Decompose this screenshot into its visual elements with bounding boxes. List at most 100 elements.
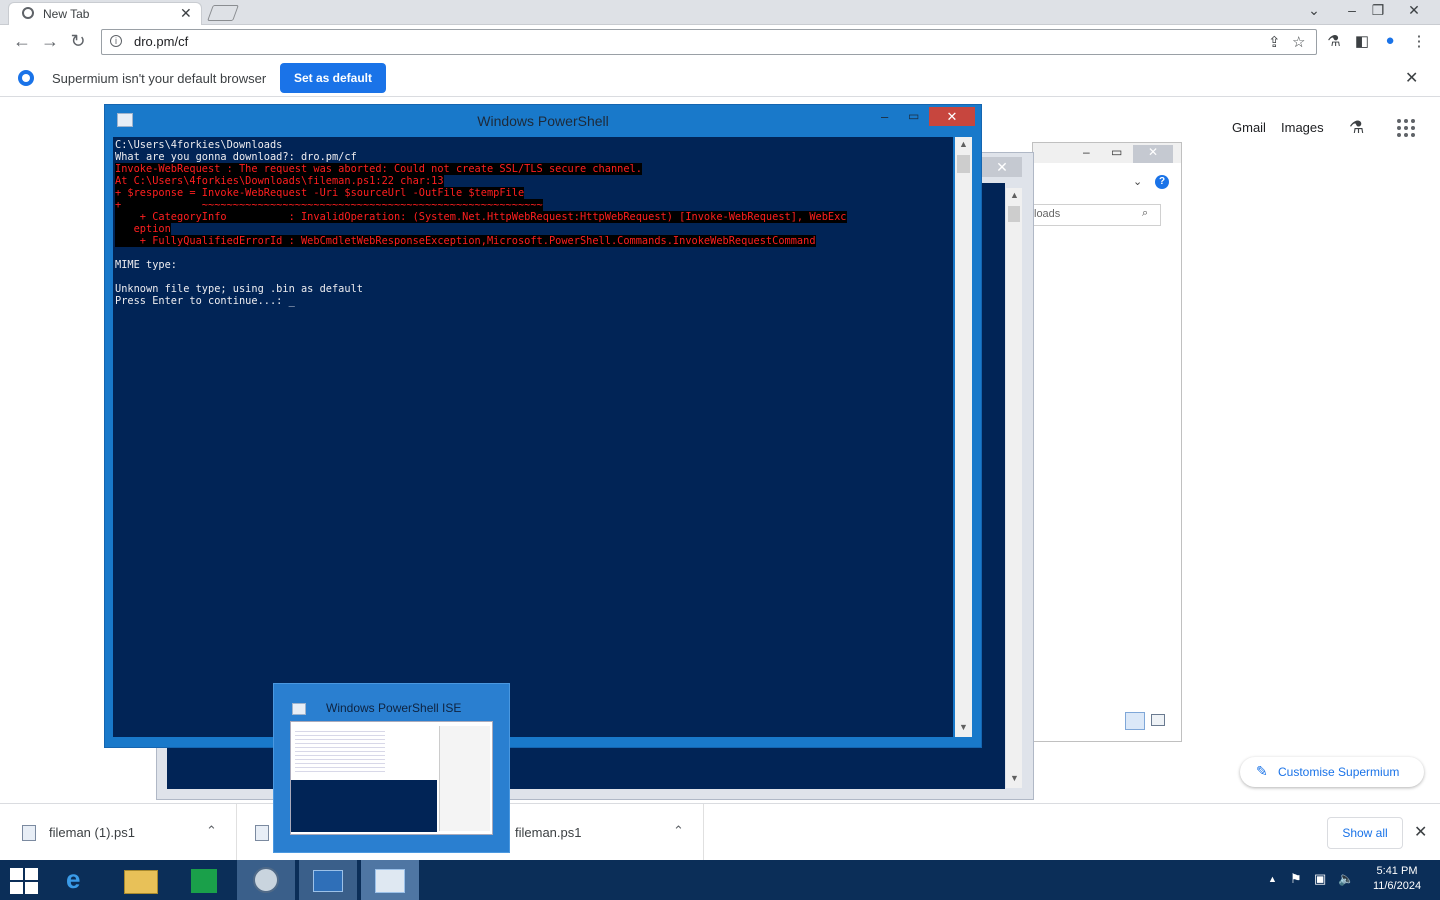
- console-line: MIME type:: [115, 259, 177, 271]
- powershell-ise-icon: [292, 703, 306, 715]
- clock[interactable]: 5:41 PM 11/6/2024: [1366, 865, 1428, 892]
- supermium-logo-icon: [18, 70, 34, 86]
- console-error-line: + CategoryInfo : InvalidOperation: (Syst…: [115, 211, 847, 223]
- explorer-close-icon[interactable]: ✕: [1133, 145, 1173, 163]
- supermium-taskbar-icon[interactable]: [237, 860, 295, 900]
- console-error-line: Invoke-WebRequest : The request was abor…: [115, 163, 642, 175]
- store-icon[interactable]: [175, 860, 233, 900]
- taskbar: e ▲ ⚑ ▣ 🔈 5:41 PM 11/6/2024: [0, 860, 1440, 900]
- console-scrollbar[interactable]: ▲ ▼: [955, 137, 972, 737]
- scroll-up-icon[interactable]: ▲: [1010, 190, 1019, 200]
- labs-flask-icon[interactable]: ⚗: [1349, 118, 1364, 138]
- console-line: What are you gonna download?: dro.pm/cf: [115, 151, 357, 163]
- large-icons-view-icon[interactable]: [1151, 714, 1165, 726]
- customise-label: Customise Supermium: [1278, 765, 1400, 779]
- customise-button[interactable]: ✎ Customise Supermium: [1240, 757, 1424, 787]
- close-infobar-icon[interactable]: ✕: [1405, 68, 1418, 88]
- kebab-menu-icon[interactable]: ⋮: [1408, 32, 1430, 50]
- share-icon[interactable]: ⇪: [1268, 33, 1281, 51]
- scroll-down-icon[interactable]: ▼: [959, 722, 968, 732]
- scroll-up-icon[interactable]: ▲: [959, 139, 968, 149]
- new-tab-button[interactable]: [207, 5, 239, 21]
- console-output[interactable]: C:\Users\4forkies\Downloads What are you…: [113, 137, 953, 737]
- minimize-icon[interactable]: –: [881, 109, 888, 124]
- tab-search-chevron-icon[interactable]: ⌄: [1300, 2, 1328, 19]
- file-icon: [22, 825, 36, 841]
- console-line: C:\Users\4forkies\Downloads: [115, 139, 283, 151]
- default-browser-infobar: Supermium isn't your default browser Set…: [0, 60, 1440, 97]
- scrollbar-thumb[interactable]: [957, 155, 970, 173]
- details-view-icon[interactable]: [1125, 712, 1145, 730]
- internet-explorer-icon[interactable]: e: [52, 860, 110, 900]
- close-downloads-bar-icon[interactable]: ✕: [1414, 822, 1427, 842]
- powershell-ise-taskbar-icon[interactable]: [361, 860, 419, 900]
- star-icon[interactable]: ☆: [1292, 33, 1305, 51]
- console-error-line: At C:\Users\4forkies\Downloads\fileman.p…: [115, 175, 444, 187]
- close-icon[interactable]: ✕: [929, 107, 975, 126]
- file-icon: [255, 825, 269, 841]
- thumbnail-commands-pane: [439, 726, 490, 831]
- address-text[interactable]: dro.pm/cf: [134, 34, 188, 49]
- arrow-left-icon[interactable]: ←: [12, 31, 32, 52]
- search-icon: ⌕: [1142, 207, 1149, 219]
- thumbnail-console: [291, 780, 437, 832]
- scrollbar-thumb[interactable]: [1008, 206, 1020, 222]
- preview-thumbnail[interactable]: [290, 721, 493, 835]
- tab-new-tab[interactable]: New Tab ✕: [8, 2, 202, 25]
- restore-window-icon[interactable]: ❐: [1364, 2, 1392, 19]
- console-error-line: eption: [115, 223, 171, 235]
- powershell-window[interactable]: Windows PowerShell – ▭ ✕ C:\Users\4forki…: [104, 104, 982, 748]
- file-explorer-icon[interactable]: [112, 860, 170, 900]
- close-window-icon[interactable]: ✕: [1400, 2, 1428, 19]
- explorer-window[interactable]: – ▭ ✕ ⌄ ? loads ⌕: [1032, 142, 1182, 742]
- address-bar[interactable]: i dro.pm/cf ⇪ ☆: [101, 29, 1317, 55]
- network-icon[interactable]: ▣: [1314, 871, 1326, 887]
- background-window-close-icon[interactable]: ✕: [982, 157, 1022, 177]
- new-tab-favicon-icon: [22, 7, 34, 19]
- console-line: Unknown file type; using .bin as default: [115, 283, 363, 295]
- minimize-window-icon[interactable]: –: [1338, 2, 1366, 18]
- thumbnail-editor: [295, 728, 385, 772]
- explorer-search-input[interactable]: loads ⌕: [1033, 204, 1161, 226]
- explorer-titlebar[interactable]: – ▭ ✕: [1033, 143, 1181, 163]
- console-text: C:\Users\4forkies\Downloads What are you…: [115, 139, 847, 307]
- reload-icon[interactable]: ↻: [68, 31, 88, 52]
- show-hidden-icons-icon[interactable]: ▲: [1268, 874, 1277, 884]
- taskbar-preview[interactable]: Windows PowerShell ISE: [273, 683, 510, 853]
- download-item[interactable]: fileman (1).ps1 ⌃: [0, 804, 237, 860]
- show-all-button[interactable]: Show all: [1327, 817, 1403, 849]
- console-error-line: + FullyQualifiedErrorId : WebCmdletWebRe…: [115, 235, 816, 247]
- images-link[interactable]: Images: [1281, 120, 1324, 135]
- preview-title: Windows PowerShell ISE: [326, 701, 462, 715]
- volume-icon[interactable]: 🔈: [1338, 871, 1354, 887]
- background-scrollbar[interactable]: ▲ ▼: [1006, 188, 1022, 788]
- console-line: Press Enter to continue...: _: [115, 295, 295, 307]
- powershell-title: Windows PowerShell: [477, 113, 609, 129]
- site-info-icon[interactable]: i: [110, 35, 122, 47]
- console-error-line: + ~~~~~~~~~~~~~~~~~~~~~~~~~~~~~~~~~~~~~~…: [115, 199, 543, 211]
- arrow-right-icon[interactable]: →: [40, 31, 60, 52]
- windows-start-icon[interactable]: [10, 868, 38, 894]
- close-tab-icon[interactable]: ✕: [180, 5, 192, 22]
- clock-date: 11/6/2024: [1372, 880, 1422, 892]
- set-as-default-button[interactable]: Set as default: [280, 63, 386, 93]
- flask-icon[interactable]: ⚗: [1323, 32, 1345, 50]
- explorer-minimize-icon[interactable]: –: [1083, 145, 1090, 159]
- chevron-down-icon[interactable]: ⌄: [1133, 175, 1142, 188]
- gmail-link[interactable]: Gmail: [1232, 120, 1266, 135]
- powershell-taskbar-icon[interactable]: [299, 860, 357, 900]
- apps-grid-icon[interactable]: [1397, 119, 1415, 137]
- scroll-down-icon[interactable]: ▼: [1010, 773, 1019, 783]
- explorer-maximize-icon[interactable]: ▭: [1111, 145, 1122, 159]
- pencil-icon: ✎: [1256, 763, 1268, 779]
- powershell-titlebar[interactable]: Windows PowerShell – ▭ ✕: [105, 105, 981, 137]
- maximize-icon[interactable]: ▭: [908, 109, 919, 123]
- chevron-up-icon[interactable]: ⌃: [673, 823, 684, 839]
- profile-icon[interactable]: ●: [1379, 32, 1401, 49]
- action-center-flag-icon[interactable]: ⚑: [1290, 871, 1302, 887]
- help-icon[interactable]: ?: [1155, 175, 1169, 189]
- chevron-up-icon[interactable]: ⌃: [206, 823, 217, 839]
- tab-title: New Tab: [43, 7, 90, 21]
- tab-strip: New Tab ✕ ⌄ – ❐ ✕: [0, 0, 1440, 25]
- side-panel-icon[interactable]: ◧: [1351, 32, 1373, 50]
